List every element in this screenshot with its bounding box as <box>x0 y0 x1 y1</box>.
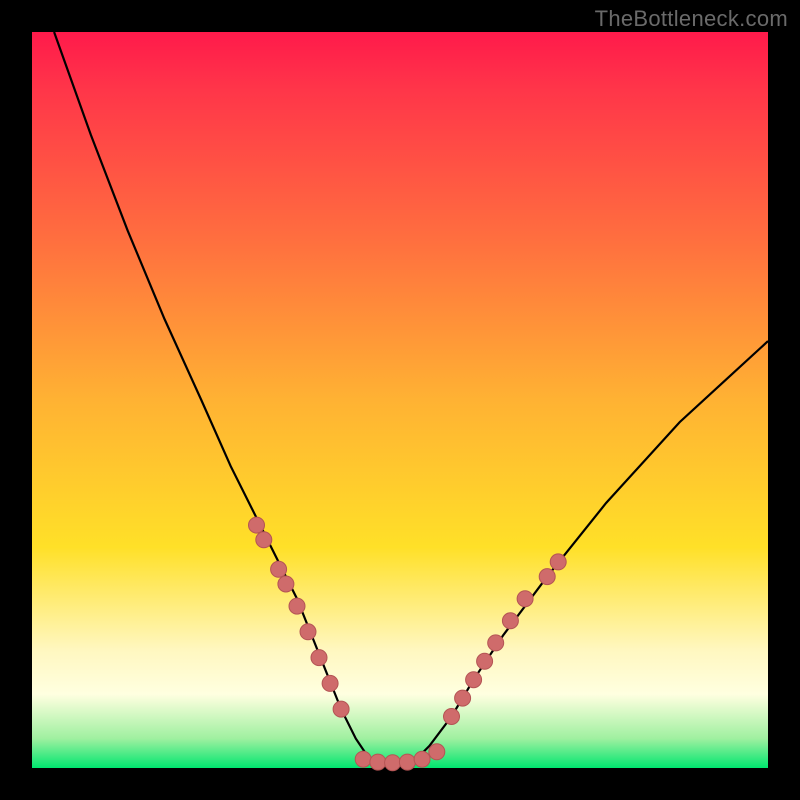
data-point <box>256 532 272 548</box>
data-point <box>355 751 371 767</box>
data-point <box>429 744 445 760</box>
data-point <box>289 598 305 614</box>
data-point <box>550 554 566 570</box>
data-point <box>488 635 504 651</box>
data-point <box>322 675 338 691</box>
data-point <box>466 672 482 688</box>
data-point <box>444 709 460 725</box>
data-point <box>300 624 316 640</box>
watermark-text: TheBottleneck.com <box>595 6 788 32</box>
data-point <box>502 613 518 629</box>
bottleneck-curve-svg <box>32 32 768 768</box>
data-point <box>311 650 327 666</box>
data-point <box>455 690 471 706</box>
chart-frame: TheBottleneck.com <box>0 0 800 800</box>
data-point <box>477 653 493 669</box>
data-point <box>249 517 265 533</box>
data-point <box>278 576 294 592</box>
data-point <box>333 701 349 717</box>
data-point <box>539 569 555 585</box>
curve-dots-left <box>249 517 350 717</box>
plot-area <box>32 32 768 768</box>
data-point <box>399 754 415 770</box>
data-point <box>271 561 287 577</box>
data-point <box>385 755 401 771</box>
data-point <box>370 754 386 770</box>
curve-dots-trough <box>355 744 445 771</box>
curve-dots-right <box>444 554 567 725</box>
data-point <box>414 751 430 767</box>
bottleneck-curve <box>54 32 768 768</box>
data-point <box>517 591 533 607</box>
